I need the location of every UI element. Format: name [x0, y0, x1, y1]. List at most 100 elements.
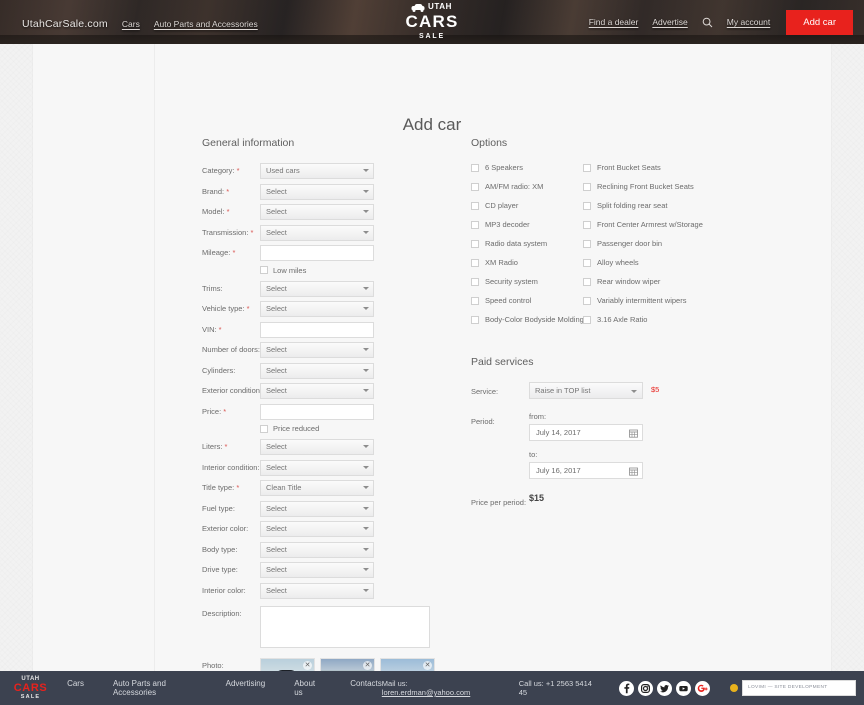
photo-thumbnail-2[interactable]: ✕ — [320, 657, 375, 671]
header-nav-cars[interactable]: Cars — [122, 19, 140, 29]
checkbox-xm-radio[interactable] — [471, 258, 479, 267]
select-exterior-color[interactable]: Select — [260, 521, 374, 537]
option-label[interactable]: Rear window wiper — [597, 277, 660, 286]
label-fuel-type: Fuel type: — [202, 503, 235, 513]
select-service[interactable]: Raise in TOP list — [529, 382, 643, 399]
calendar-icon[interactable] — [629, 466, 638, 476]
option-label[interactable]: Passenger door bin — [597, 239, 662, 248]
footer-logo-sale: SALE — [20, 693, 41, 700]
checkbox-passenger-door-bin[interactable] — [583, 239, 591, 248]
label-price-reduced[interactable]: Price reduced — [273, 424, 319, 433]
select-exterior-condition[interactable]: Select — [260, 383, 374, 399]
instagram-icon[interactable] — [638, 680, 653, 696]
input-mileage[interactable] — [260, 245, 374, 261]
add-car-button[interactable]: Add car — [786, 9, 853, 35]
select-body-type[interactable]: Select — [260, 541, 374, 558]
header-my-account[interactable]: My account — [727, 17, 770, 27]
checkbox-6-speakers[interactable] — [471, 163, 479, 172]
footer-credit[interactable]: LOVIMI — SITE DEVELOPMENT — [730, 680, 856, 696]
option-label[interactable]: Security system — [485, 277, 538, 286]
select-interior-condition[interactable]: Select — [260, 459, 374, 476]
option-label[interactable]: Radio data system — [485, 239, 547, 248]
select-brand[interactable]: Select — [260, 183, 374, 200]
header-nav-auto-parts[interactable]: Auto Parts and Accessories — [154, 19, 258, 29]
select-fuel-type[interactable]: Select — [260, 500, 374, 517]
option-label[interactable]: AM/FM radio: XM — [485, 182, 543, 191]
checkbox-variably-intermittent-wipers[interactable] — [583, 296, 591, 305]
option-label[interactable]: 3.16 Axle Ratio — [597, 315, 647, 324]
option-label[interactable]: Reclining Front Bucket Seats — [597, 182, 694, 191]
select-liters[interactable]: Select — [260, 439, 374, 455]
label-low-miles[interactable]: Low miles — [273, 266, 306, 275]
checkbox-security-system[interactable] — [471, 277, 479, 286]
checkbox-reclining-front-bucket-seats[interactable] — [583, 182, 591, 191]
developer-logo-icon — [730, 684, 738, 692]
checkbox-front-center-armrest[interactable] — [583, 220, 591, 229]
option-label[interactable]: Split folding rear seat — [597, 201, 667, 210]
textarea-description[interactable] — [260, 605, 430, 648]
footer-nav-contacts[interactable]: Contacts — [350, 679, 382, 697]
footer-nav-auto-parts[interactable]: Auto Parts and Accessories — [113, 679, 197, 697]
checkbox-split-folding-rear-seat[interactable] — [583, 201, 591, 210]
checkbox-mp3-decoder[interactable] — [471, 220, 479, 229]
option-label[interactable]: Alloy wheels — [597, 258, 639, 267]
photo-thumbnail-1[interactable]: ✕ — [260, 657, 315, 671]
checkbox-cd-player[interactable] — [471, 201, 479, 210]
remove-photo-icon[interactable]: ✕ — [423, 660, 432, 670]
label-interior-condition: Interior condition: — [202, 462, 260, 472]
option-label[interactable]: MP3 decoder — [485, 220, 530, 229]
date-input-to[interactable]: July 16, 2017 — [529, 462, 643, 479]
select-category[interactable]: Used cars — [260, 163, 374, 179]
select-vehicle-type[interactable]: Select — [260, 301, 374, 317]
photo-thumbnail-3[interactable]: ✕ — [380, 657, 435, 671]
site-logo[interactable]: UTAH CARS SALE — [406, 3, 459, 41]
google-plus-icon[interactable] — [695, 680, 710, 696]
footer-nav-advertising[interactable]: Advertising — [226, 679, 266, 697]
remove-photo-icon[interactable]: ✕ — [363, 660, 372, 670]
checkbox-alloy-wheels[interactable] — [583, 258, 591, 267]
field-row-service: Service: Raise in TOP list $5 — [471, 382, 851, 400]
date-input-from[interactable]: July 14, 2017 — [529, 424, 643, 441]
header-advertise[interactable]: Advertise — [652, 17, 687, 27]
option-label[interactable]: Variably intermittent wipers — [597, 296, 686, 305]
checkbox-price-reduced[interactable] — [260, 424, 268, 433]
footer-logo[interactable]: UTAH CARS SALE — [6, 676, 55, 701]
option-label[interactable]: Front Bucket Seats — [597, 163, 661, 172]
checkbox-low-miles[interactable] — [260, 266, 268, 274]
facebook-icon[interactable] — [619, 680, 634, 696]
footer-mail-link[interactable]: loren.erdman@yahoo.com — [382, 688, 471, 697]
youtube-icon[interactable] — [676, 680, 691, 696]
select-drive-type[interactable]: Select — [260, 562, 374, 578]
checkbox-body-color-bodyside-moldings[interactable] — [471, 315, 479, 324]
select-transmission[interactable]: Select — [260, 224, 374, 241]
option-label[interactable]: XM Radio — [485, 258, 518, 267]
select-cylinders[interactable]: Select — [260, 362, 374, 379]
option-label[interactable]: Front Center Armrest w/Storage — [597, 220, 703, 229]
select-trims[interactable]: Select — [260, 280, 374, 297]
option-label[interactable]: Body-Color Bodyside Moldings — [485, 315, 588, 324]
header-find-a-dealer[interactable]: Find a dealer — [589, 17, 639, 27]
search-icon[interactable] — [702, 17, 713, 28]
checkbox-rear-window-wiper[interactable] — [583, 277, 591, 286]
input-price[interactable] — [260, 403, 374, 420]
checkbox-front-bucket-seats[interactable] — [583, 163, 591, 172]
checkbox-axle-ratio[interactable] — [583, 315, 591, 324]
footer-nav-about-us[interactable]: About us — [294, 679, 321, 697]
remove-photo-icon[interactable]: ✕ — [303, 660, 312, 670]
select-model[interactable]: Select — [260, 204, 374, 220]
select-number-of-doors[interactable]: Select — [260, 342, 374, 358]
twitter-icon[interactable] — [657, 680, 672, 696]
select-interior-color[interactable]: Select — [260, 582, 374, 599]
input-vin[interactable] — [260, 321, 374, 338]
option-label[interactable]: Speed control — [485, 296, 531, 305]
chevron-down-icon — [363, 189, 369, 193]
checkbox-amfm-radio-xm[interactable] — [471, 182, 479, 191]
option-label[interactable]: CD player — [485, 201, 518, 210]
checkbox-radio-data-system[interactable] — [471, 239, 479, 248]
calendar-icon[interactable] — [629, 428, 638, 438]
footer-nav-cars[interactable]: Cars — [67, 679, 84, 697]
checkbox-speed-control[interactable] — [471, 296, 479, 305]
option-label[interactable]: 6 Speakers — [485, 163, 523, 172]
select-title-type[interactable]: Clean Title — [260, 480, 374, 496]
header-left-nav: UtahCarSale.com Cars Auto Parts and Acce… — [22, 18, 258, 30]
